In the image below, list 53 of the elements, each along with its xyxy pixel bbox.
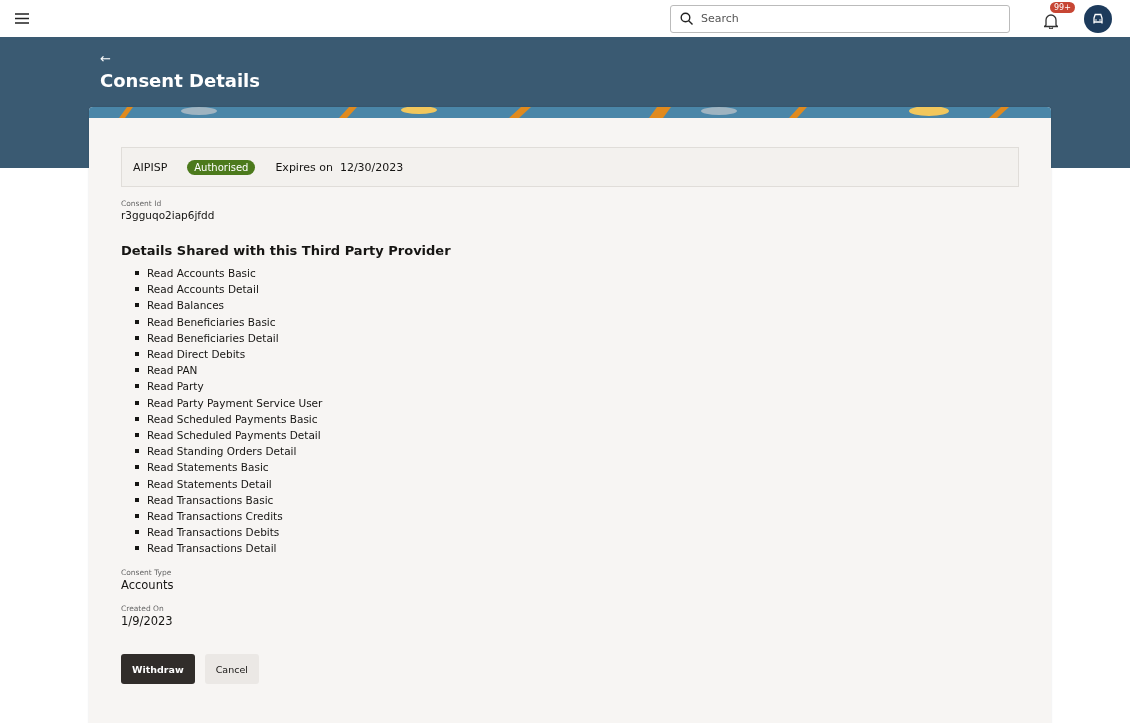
permission-item: Read Transactions Basic <box>147 493 274 506</box>
permission-item: Read Statements Basic <box>147 461 269 474</box>
status-badge: Authorised <box>187 159 256 175</box>
permission-item: Read Accounts Basic <box>147 267 256 280</box>
permission-item: Read PAN <box>147 364 198 377</box>
permission-item: Read Party Payment Service User <box>147 396 323 409</box>
bullet-icon <box>135 319 139 324</box>
permission-item: Read Scheduled Payments Basic <box>147 412 318 425</box>
expiry-date: Expires on 12/30/2023 <box>275 160 404 174</box>
cancel-button[interactable]: Cancel <box>204 654 259 685</box>
bullet-icon <box>135 271 139 276</box>
bullet-icon <box>135 352 139 357</box>
field-value: r3gguqo2iap6jfdd <box>121 209 216 221</box>
permission-item: Read Standing Orders Detail <box>147 445 297 458</box>
permission-item: Read Transactions Credits <box>147 509 283 522</box>
permission-item: Read Direct Debits <box>147 348 246 361</box>
bullet-icon <box>135 303 139 308</box>
provider-name: AIPISP <box>133 160 168 174</box>
field-value: 1/9/2023 <box>121 614 174 629</box>
bullet-icon <box>135 465 139 470</box>
permission-item: Read Party <box>147 380 204 393</box>
field-value: Accounts <box>121 578 175 593</box>
withdraw-button[interactable]: Withdraw <box>121 654 195 685</box>
search-field[interactable]: Search <box>670 4 1010 33</box>
bullet-icon <box>135 287 139 292</box>
bullet-icon <box>135 513 139 518</box>
bullet-icon <box>135 400 139 405</box>
bullet-icon <box>135 416 139 421</box>
back-link[interactable]: ← <box>100 51 111 66</box>
bullet-icon <box>135 546 139 551</box>
car-icon <box>1092 13 1104 24</box>
bullet-icon <box>135 432 139 437</box>
permission-item: Read Beneficiaries Detail <box>147 331 279 344</box>
section-heading: Details Shared with this Third Party Provider <box>121 243 452 258</box>
bullet-icon <box>135 530 139 535</box>
bell-icon[interactable] <box>1044 12 1058 29</box>
permission-item: Read Accounts Detail <box>147 283 259 296</box>
avatar[interactable] <box>1084 4 1112 33</box>
permission-item: Read Scheduled Payments Detail <box>147 428 321 441</box>
notification-badge: 99+ <box>1050 1 1075 13</box>
permission-item: Read Transactions Detail <box>147 542 277 555</box>
menu-icon[interactable] <box>15 13 29 24</box>
bullet-icon <box>135 497 139 502</box>
page-title: Consent Details <box>100 70 261 91</box>
permission-item: Read Balances <box>147 299 225 312</box>
permission-item: Read Beneficiaries Basic <box>147 315 276 328</box>
bullet-icon <box>135 481 139 486</box>
bullet-icon <box>135 449 139 454</box>
bullet-icon <box>135 335 139 340</box>
permission-item: Read Transactions Debits <box>147 526 280 539</box>
permission-item: Read Statements Detail <box>147 477 272 490</box>
bullet-icon <box>135 384 139 389</box>
bullet-icon <box>135 368 139 373</box>
